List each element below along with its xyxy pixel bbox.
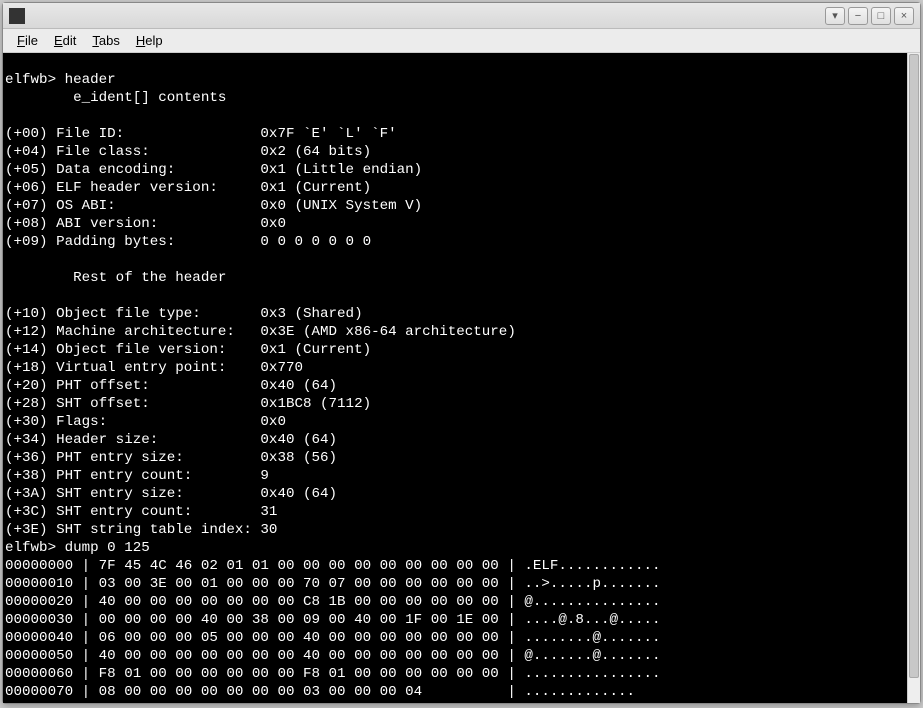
menu-file-rest: ile [25,33,38,48]
line-h38: (+38) PHT entry count: 9 [5,468,269,484]
line-ident-title: e_ident[] contents [5,90,226,106]
scrollbar[interactable] [907,53,920,703]
menu-file[interactable]: File [9,31,46,50]
line-d00: 00000000 | 7F 45 4C 46 02 01 01 00 00 00… [5,558,661,574]
menu-edit[interactable]: Edit [46,31,84,50]
line-h00: (+00) File ID: 0x7F `E' `L' `F' [5,126,397,142]
app-icon [9,8,25,24]
line-h06: (+06) ELF header version: 0x1 (Current) [5,180,371,196]
line-h28: (+28) SHT offset: 0x1BC8 (7112) [5,396,371,412]
menubar: File Edit Tabs Help [3,29,920,53]
line-h09: (+09) Padding bytes: 0 0 0 0 0 0 0 [5,234,371,250]
terminal-window: ▾ − □ × File Edit Tabs Help elfwb> heade… [2,2,921,704]
titlebar[interactable]: ▾ − □ × [3,3,920,29]
close-button[interactable]: × [894,7,914,25]
maximize-button[interactable]: □ [871,7,891,25]
menu-help-rest: elp [145,33,162,48]
line-h3E: (+3E) SHT string table index: 30 [5,522,277,538]
line-h3C: (+3C) SHT entry count: 31 [5,504,277,520]
line-h04: (+04) File class: 0x2 (64 bits) [5,144,371,160]
line-d70: 00000070 | 08 00 00 00 00 00 00 00 03 00… [5,684,635,700]
terminal-area[interactable]: elfwb> header e_ident[] contents (+00) F… [3,53,920,703]
line-d50: 00000050 | 40 00 00 00 00 00 00 00 40 00… [5,648,661,664]
menu-tabs[interactable]: Tabs [84,31,127,50]
line-h12: (+12) Machine architecture: 0x3E (AMD x8… [5,324,516,340]
line-prompt3: elfwb> [5,702,65,703]
line-d60: 00000060 | F8 01 00 00 00 00 00 00 F8 01… [5,666,661,682]
line-h3A: (+3A) SHT entry size: 0x40 (64) [5,486,337,502]
minimize-button[interactable]: − [848,7,868,25]
line-h34: (+34) Header size: 0x40 (64) [5,432,337,448]
line-d20: 00000020 | 40 00 00 00 00 00 00 00 C8 1B… [5,594,661,610]
scrollbar-thumb[interactable] [909,54,919,678]
line-d30: 00000030 | 00 00 00 00 40 00 38 00 09 00… [5,612,661,628]
line-h18: (+18) Virtual entry point: 0x770 [5,360,303,376]
line-h14: (+14) Object file version: 0x1 (Current) [5,342,371,358]
line-d40: 00000040 | 06 00 00 00 05 00 00 00 40 00… [5,630,661,646]
line-rest-title: Rest of the header [5,270,226,286]
line-h20: (+20) PHT offset: 0x40 (64) [5,378,337,394]
menu-tabs-rest: abs [99,33,120,48]
dropdown-button[interactable]: ▾ [825,7,845,25]
menu-help[interactable]: Help [128,31,171,50]
line-prompt1: elfwb> header [5,72,116,88]
line-prompt2: elfwb> dump 0 125 [5,540,150,556]
line-h07: (+07) OS ABI: 0x0 (UNIX System V) [5,198,422,214]
menu-edit-rest: dit [63,33,77,48]
line-h36: (+36) PHT entry size: 0x38 (56) [5,450,337,466]
line-h30: (+30) Flags: 0x0 [5,414,286,430]
line-h08: (+08) ABI version: 0x0 [5,216,286,232]
line-h10: (+10) Object file type: 0x3 (Shared) [5,306,363,322]
line-d10: 00000010 | 03 00 3E 00 01 00 00 00 70 07… [5,576,661,592]
line-h05: (+05) Data encoding: 0x1 (Little endian) [5,162,422,178]
